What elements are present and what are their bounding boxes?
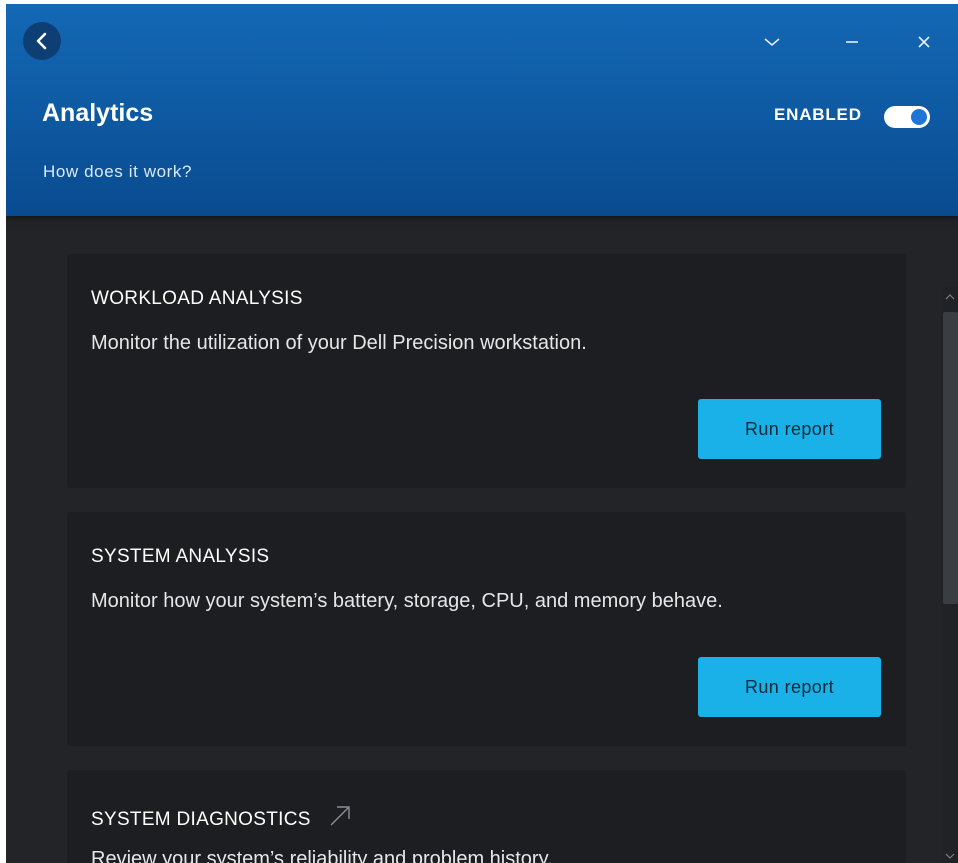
- header: Analytics How does it work? ENABLED: [6, 4, 958, 216]
- chevron-down-icon: [945, 853, 955, 859]
- close-icon: [918, 36, 930, 48]
- collapse-button[interactable]: [760, 30, 784, 54]
- workload-analysis-card: WORKLOAD ANALYSIS Monitor the utilizatio…: [67, 254, 906, 488]
- how-does-it-work-link[interactable]: How does it work?: [43, 162, 192, 182]
- scroll-up-button[interactable]: [943, 290, 957, 304]
- run-report-button[interactable]: Run report: [698, 399, 881, 459]
- system-diagnostics-card[interactable]: SYSTEM DIAGNOSTICS Review your system’s …: [67, 770, 906, 863]
- chevron-up-icon: [945, 294, 955, 300]
- card-description: Monitor the utilization of your Dell Pre…: [91, 332, 587, 354]
- close-button[interactable]: [912, 30, 936, 54]
- card-title: SYSTEM ANALYSIS: [91, 546, 270, 567]
- content-area: WORKLOAD ANALYSIS Monitor the utilizatio…: [6, 216, 958, 863]
- chevron-down-icon: [764, 38, 780, 47]
- analytics-toggle[interactable]: [884, 106, 930, 128]
- enabled-label: ENABLED: [774, 105, 862, 124]
- card-description: Monitor how your system’s battery, stora…: [91, 590, 723, 612]
- minimize-button[interactable]: [840, 30, 864, 54]
- back-arrow-icon: [36, 32, 47, 50]
- toggle-knob: [911, 109, 927, 125]
- analytics-window: Analytics How does it work? ENABLED WORK…: [6, 4, 958, 863]
- card-title: WORKLOAD ANALYSIS: [91, 288, 303, 309]
- scrollbar-thumb[interactable]: [943, 312, 958, 604]
- card-title-text: SYSTEM DIAGNOSTICS: [91, 809, 311, 830]
- card-title: SYSTEM DIAGNOSTICS: [91, 804, 352, 831]
- scroll-down-button[interactable]: [943, 849, 957, 863]
- back-button[interactable]: [23, 22, 61, 60]
- external-link-icon: [330, 806, 351, 826]
- card-description: Review your system’s reliability and pro…: [91, 848, 553, 863]
- system-analysis-card: SYSTEM ANALYSIS Monitor how your system’…: [67, 512, 906, 746]
- page-title: Analytics: [42, 99, 154, 127]
- run-report-button[interactable]: Run report: [698, 657, 881, 717]
- minimize-icon: [846, 41, 858, 43]
